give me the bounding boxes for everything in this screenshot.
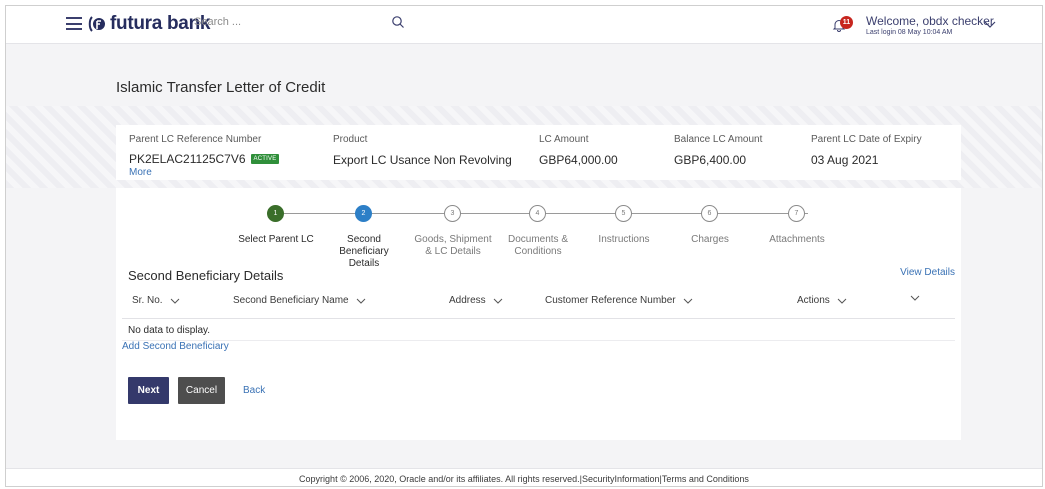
expiry-column: Parent LC Date of Expiry 03 Aug 2021 — [811, 134, 922, 167]
chevron-down-icon — [356, 298, 365, 304]
terms-link[interactable]: Terms and Conditions — [662, 474, 749, 484]
step-5-label: Instructions — [598, 234, 650, 245]
brand-logo[interactable]: futura bank — [88, 13, 210, 35]
col-customer-ref[interactable]: Customer Reference Number — [545, 295, 693, 306]
footer: Copyright © 2006, 2020, Oracle and/or it… — [6, 468, 1042, 486]
expiry-label: Parent LC Date of Expiry — [811, 134, 922, 145]
step-1-label: Select Parent LC — [238, 234, 314, 245]
ref-column: Parent LC Reference Number PK2ELAC21125C… — [129, 134, 280, 178]
table-header: Sr. No. Second Beneficiary Name Address … — [122, 287, 955, 319]
product-column: Product Export LC Usance Non Revolving — [333, 134, 512, 167]
table-divider — [122, 340, 955, 341]
ref-label: Parent LC Reference Number — [129, 134, 262, 145]
product-label: Product — [333, 134, 368, 145]
col-expand[interactable] — [910, 295, 920, 301]
step-4-label: Documents & Conditions — [507, 234, 569, 257]
page-title: Islamic Transfer Letter of Credit — [116, 79, 326, 96]
cancel-button[interactable]: Cancel — [178, 377, 225, 404]
status-badge: ACTIVE — [250, 154, 280, 164]
col-sr-no-label: Sr. No. — [132, 295, 163, 306]
futura-logo-icon — [88, 16, 105, 32]
lc-summary-card: Parent LC Reference Number PK2ELAC21125C… — [116, 125, 961, 180]
step-1-circle[interactable]: 1 — [267, 205, 284, 222]
col-actions-label: Actions — [797, 295, 830, 306]
col-address[interactable]: Address — [449, 295, 503, 306]
col-beneficiary-name[interactable]: Second Beneficiary Name — [233, 295, 366, 306]
amount-label: LC Amount — [539, 134, 589, 145]
col-address-label: Address — [449, 295, 486, 306]
amount-value: GBP64,000.00 — [539, 153, 618, 167]
chevron-down-icon — [910, 295, 920, 301]
amount-column: LC Amount GBP64,000.00 — [539, 134, 618, 167]
security-information-link[interactable]: SecurityInformation — [582, 474, 660, 484]
empty-table-message: No data to display. — [128, 325, 211, 336]
welcome-text[interactable]: Welcome, obdx checker — [866, 14, 994, 28]
col-actions[interactable]: Actions — [797, 295, 847, 306]
step-5-circle[interactable]: 5 — [615, 205, 632, 222]
next-button[interactable]: Next — [128, 377, 169, 404]
app-frame: futura bank 11 Welcome, obdx checker Las… — [5, 5, 1043, 487]
expiry-value: 03 Aug 2021 — [811, 153, 879, 167]
chevron-down-icon — [683, 298, 692, 304]
product-value: Export LC Usance Non Revolving — [333, 153, 512, 167]
top-bar: futura bank 11 Welcome, obdx checker Las… — [6, 6, 1042, 44]
col-customer-ref-label: Customer Reference Number — [545, 295, 676, 306]
chevron-down-icon — [170, 298, 179, 304]
ref-value: PK2ELAC21125C7V6 — [129, 152, 246, 166]
add-second-beneficiary-link[interactable]: Add Second Beneficiary — [122, 341, 229, 352]
hamburger-icon[interactable] — [66, 17, 82, 30]
view-details-link[interactable]: View Details — [900, 267, 955, 278]
step-7-circle[interactable]: 7 — [788, 205, 805, 222]
chevron-down-icon — [493, 298, 503, 304]
step-2-label: Second Beneficiary Details — [339, 234, 389, 269]
main-card: 1 2 3 4 5 6 7 Select Parent LC Second Be… — [116, 188, 961, 440]
section-title: Second Beneficiary Details — [128, 268, 284, 283]
balance-label: Balance LC Amount — [674, 134, 763, 145]
step-3-label: Goods, Shipment & LC Details — [414, 234, 492, 257]
col-sr-no[interactable]: Sr. No. — [132, 295, 180, 306]
chevron-down-icon — [837, 298, 847, 304]
back-link[interactable]: Back — [243, 385, 265, 396]
search-icon[interactable] — [391, 15, 405, 29]
step-4-circle[interactable]: 4 — [529, 205, 546, 222]
copyright-text: Copyright © 2006, 2020, Oracle and/or it… — [299, 474, 580, 484]
notification-badge[interactable]: 11 — [840, 16, 853, 29]
step-6-circle[interactable]: 6 — [701, 205, 718, 222]
balance-column: Balance LC Amount GBP6,400.00 — [674, 134, 762, 167]
balance-value: GBP6,400.00 — [674, 153, 747, 167]
stepper: 1 2 3 4 5 6 7 Select Parent LC Second Be… — [116, 188, 961, 269]
step-7-label: Attachments — [769, 234, 825, 245]
chevron-down-icon[interactable] — [984, 21, 996, 29]
step-2-circle[interactable]: 2 — [355, 205, 372, 222]
search-input[interactable] — [194, 16, 394, 28]
last-login-text: Last login 08 May 10:04 AM — [866, 29, 953, 36]
step-3-circle[interactable]: 3 — [444, 205, 461, 222]
col-beneficiary-name-label: Second Beneficiary Name — [233, 295, 349, 306]
more-link[interactable]: More — [129, 167, 279, 178]
step-6-label: Charges — [691, 234, 729, 245]
ref-value-row: PK2ELAC21125C7V6 ACTIVE — [129, 152, 280, 166]
